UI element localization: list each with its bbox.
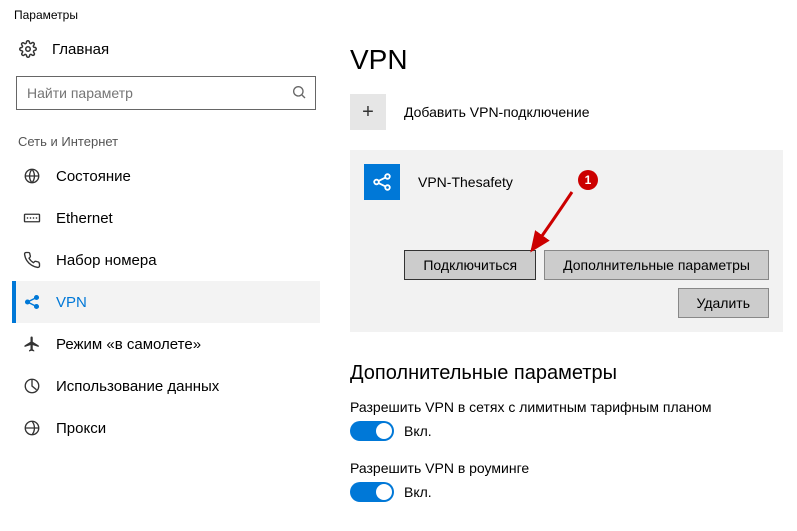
sidebar-item-label: VPN: [56, 294, 87, 311]
sidebar-item-label: Режим «в самолете»: [56, 336, 201, 353]
data-usage-icon: [22, 377, 42, 395]
sidebar-item-label: Набор номера: [56, 252, 157, 269]
advanced-options-button[interactable]: Дополнительные параметры: [544, 250, 769, 280]
phone-icon: [22, 251, 42, 269]
sidebar-home-label: Главная: [52, 41, 109, 58]
globe-icon: [22, 167, 42, 185]
sidebar-item-label: Использование данных: [56, 378, 219, 395]
sidebar-item-label: Состояние: [56, 168, 131, 185]
metered-toggle-label: Разрешить VPN в сетях с лимитным тарифны…: [350, 399, 787, 415]
sidebar-home[interactable]: Главная: [12, 30, 320, 68]
sidebar-item-dialup[interactable]: Набор номера: [12, 239, 320, 281]
search-input[interactable]: [27, 85, 291, 101]
connect-button[interactable]: Подключиться: [404, 250, 536, 280]
vpn-icon: [22, 293, 42, 311]
sidebar-item-vpn[interactable]: VPN: [12, 281, 320, 323]
delete-button[interactable]: Удалить: [678, 288, 769, 318]
roaming-toggle-label: Разрешить VPN в роуминге: [350, 460, 787, 476]
sidebar-item-status[interactable]: Состояние: [12, 155, 320, 197]
gear-icon: [18, 40, 38, 58]
sidebar-item-proxy[interactable]: Прокси: [12, 407, 320, 449]
main-panel: VPN + Добавить VPN-подключение VPN-Thesa…: [320, 30, 797, 521]
roaming-toggle[interactable]: Вкл.: [350, 482, 432, 502]
sidebar-item-label: Прокси: [56, 420, 106, 437]
plus-icon: +: [350, 94, 386, 130]
additional-params-title: Дополнительные параметры: [350, 362, 787, 385]
airplane-icon: [22, 335, 42, 353]
search-icon: [291, 84, 307, 103]
search-box[interactable]: [16, 76, 316, 110]
toggle-state: Вкл.: [404, 484, 432, 500]
sidebar: Главная Сеть и Интернет Состояние Ethern…: [0, 30, 320, 521]
vpn-connection-name: VPN-Thesafety: [418, 174, 513, 190]
window-title: Параметры: [0, 0, 797, 30]
sidebar-category: Сеть и Интернет: [12, 124, 320, 155]
metered-toggle[interactable]: Вкл.: [350, 421, 432, 441]
sidebar-item-ethernet[interactable]: Ethernet: [12, 197, 320, 239]
page-title: VPN: [350, 44, 787, 76]
toggle-state: Вкл.: [404, 423, 432, 439]
sidebar-item-label: Ethernet: [56, 210, 113, 227]
vpn-connection-icon: [364, 164, 400, 200]
ethernet-icon: [22, 209, 42, 227]
vpn-connection-card[interactable]: VPN-Thesafety Подключиться Дополнительны…: [350, 150, 783, 332]
add-vpn-label: Добавить VPN-подключение: [404, 104, 590, 120]
sidebar-item-datausage[interactable]: Использование данных: [12, 365, 320, 407]
proxy-icon: [22, 419, 42, 437]
add-vpn-row[interactable]: + Добавить VPN-подключение: [350, 94, 787, 130]
sidebar-item-airplane[interactable]: Режим «в самолете»: [12, 323, 320, 365]
